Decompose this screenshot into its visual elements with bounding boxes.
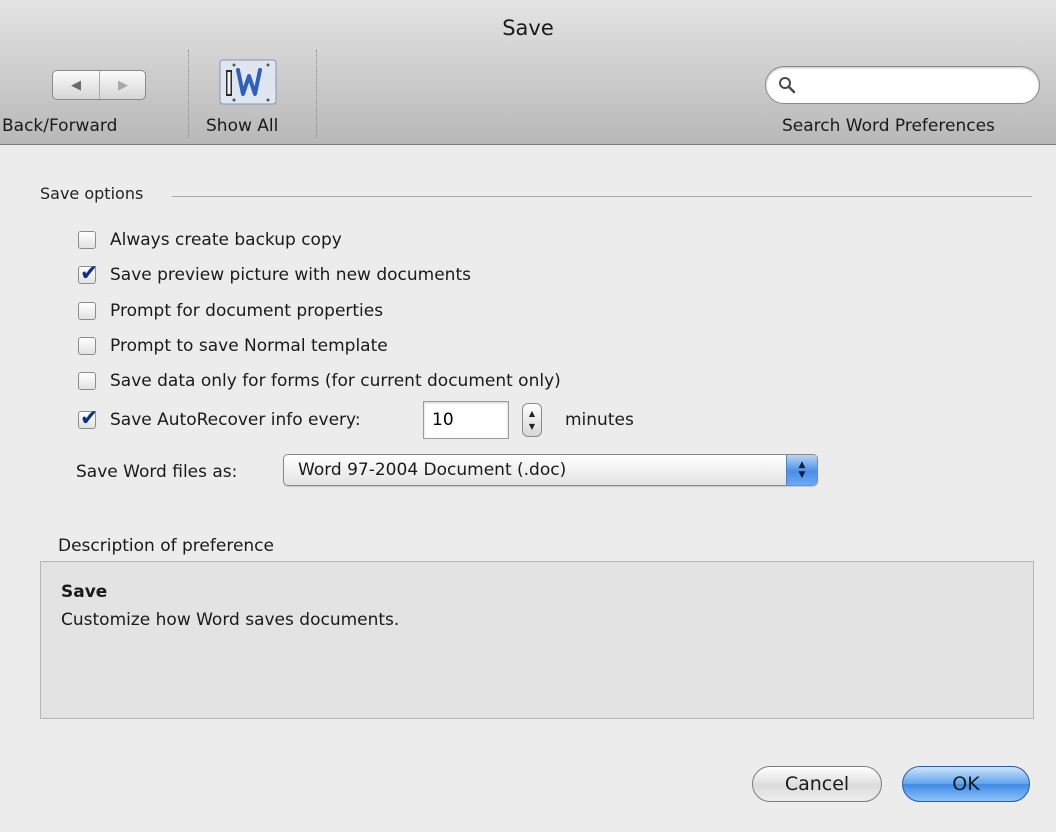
forward-arrow-icon: ▶ [118,77,128,93]
option-save-preview[interactable]: Save preview picture with new documents [78,261,471,288]
option-label: Save data only for forms (for current do… [110,371,561,391]
forward-button[interactable]: ▶ [100,71,146,99]
toolbar-separator [188,50,189,138]
save-options-heading: Save options [40,184,144,203]
option-label: Save preview picture with new documents [110,265,471,285]
option-label: Prompt for document properties [110,301,384,321]
window-title: Save [502,16,554,40]
minutes-label: minutes [565,410,634,430]
search-field[interactable] [765,66,1040,104]
option-always-backup[interactable]: Always create backup copy [78,227,342,253]
save-as-label: Save Word files as: [76,462,238,482]
option-autorecover[interactable]: Save AutoRecover info every: [78,406,361,433]
back-arrow-icon: ◀ [71,77,81,93]
save-format-value: Word 97-2004 Document (.doc) [298,460,567,480]
search-input[interactable] [804,72,1033,100]
stepper-down-icon[interactable]: ▼ [523,423,541,431]
option-label: Always create backup copy [110,230,342,250]
toolbar: Save ◀ ▶ Back/Forward Show All Search Wo… [0,0,1056,145]
toolbar-separator [316,50,317,138]
stepper-up-icon[interactable]: ▲ [523,410,541,418]
checkbox-prompt-properties[interactable] [78,302,96,320]
group-divider [172,196,1032,197]
option-label: Save AutoRecover info every: [110,410,361,430]
checkbox-save-forms-data[interactable] [78,372,96,390]
popup-arrows-icon: ▲ ▼ [786,455,817,485]
option-save-forms-data[interactable]: Save data only for forms (for current do… [78,368,561,394]
back-forward-label: Back/Forward [2,116,118,136]
cancel-button[interactable]: Cancel [752,766,882,802]
description-text: Customize how Word saves documents. [61,610,400,630]
checkbox-save-preview[interactable] [78,261,98,286]
preferences-window: Save ◀ ▶ Back/Forward Show All Search Wo… [0,0,1056,832]
option-label: Prompt to save Normal template [110,336,388,356]
description-box: Save Customize how Word saves documents. [40,561,1034,719]
checkbox-always-backup[interactable] [78,231,96,249]
save-format-popup[interactable]: Word 97-2004 Document (.doc) ▲ ▼ [283,454,818,486]
show-all-label[interactable]: Show All [206,116,278,136]
search-label: Search Word Preferences [782,116,995,136]
option-prompt-normal[interactable]: Prompt to save Normal template [78,333,388,359]
magnifier-icon [779,77,796,94]
description-heading: Description of preference [58,536,274,556]
ok-button[interactable]: OK [902,766,1030,802]
autorecover-minutes-field[interactable] [423,401,509,439]
checkbox-autorecover[interactable] [78,406,98,431]
back-button[interactable]: ◀ [53,71,100,99]
option-prompt-properties[interactable]: Prompt for document properties [78,298,383,324]
checkbox-prompt-normal[interactable] [78,337,96,355]
back-forward-control[interactable]: ◀ ▶ [52,70,146,100]
description-title: Save [61,582,108,602]
minutes-stepper[interactable]: ▲ ▼ [522,403,542,437]
show-all-icon[interactable] [218,58,278,106]
